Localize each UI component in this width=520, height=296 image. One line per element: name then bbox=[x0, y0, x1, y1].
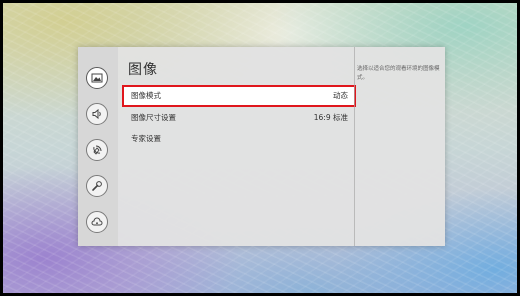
menu-item-value: 动态 bbox=[333, 91, 348, 100]
wrench-icon[interactable] bbox=[86, 175, 108, 197]
picture-settings-menu: 图像 图像模式 动态 图像尺寸设置 16:9 标准 专家设置 选择以适合您的观看… bbox=[78, 47, 445, 246]
menu-item-expert-settings[interactable]: 专家设置 bbox=[124, 130, 354, 148]
menu-item-label: 图像尺寸设置 bbox=[131, 113, 176, 122]
page-title: 图像 bbox=[128, 62, 158, 78]
broadcast-icon[interactable] bbox=[86, 139, 108, 161]
help-text: 选择以适合您的观看环境的图像模式。 bbox=[357, 66, 440, 81]
picture-icon[interactable] bbox=[86, 67, 108, 89]
tv-screen: 图像 图像模式 动态 图像尺寸设置 16:9 标准 专家设置 选择以适合您的观看… bbox=[3, 3, 517, 293]
category-sidebar bbox=[78, 47, 118, 246]
menu-item-label: 专家设置 bbox=[131, 134, 161, 143]
cloud-icon[interactable] bbox=[86, 211, 108, 233]
menu-item-label: 图像模式 bbox=[131, 91, 161, 100]
menu-item-value: 16:9 标准 bbox=[313, 113, 348, 122]
panel-divider bbox=[354, 47, 355, 246]
menu-item-picture-size[interactable]: 图像尺寸设置 16:9 标准 bbox=[124, 109, 354, 127]
speaker-icon[interactable] bbox=[86, 103, 108, 125]
menu-item-picture-mode[interactable]: 图像模式 动态 bbox=[122, 85, 356, 107]
